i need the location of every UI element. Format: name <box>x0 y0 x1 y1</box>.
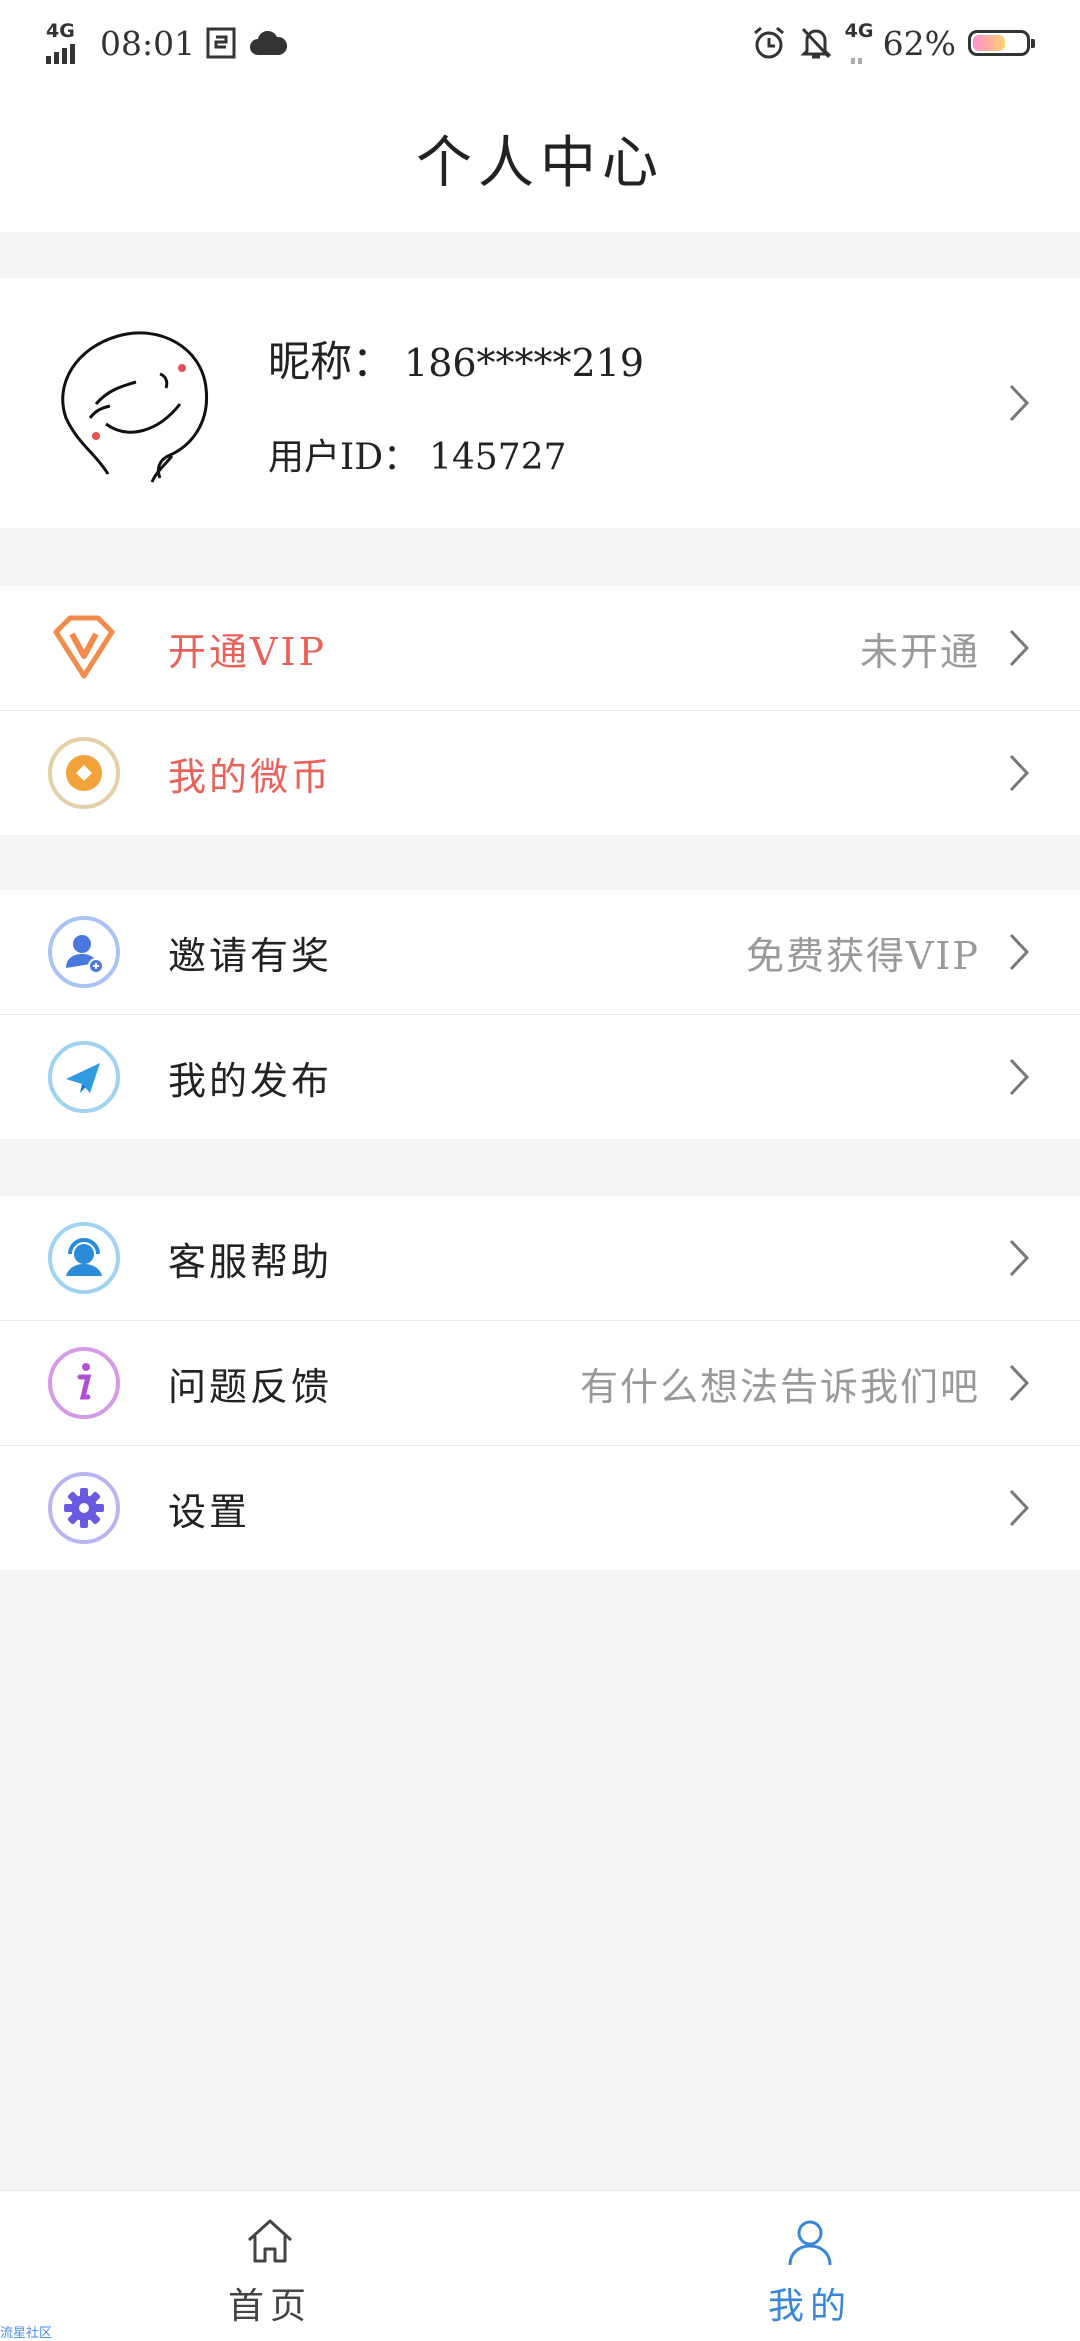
menu-item-label: 问题反馈 <box>168 1364 333 1409</box>
user-id: 用户ID： 145727 <box>268 428 567 480</box>
mute-bell-icon <box>800 27 832 59</box>
tab-home[interactable]: 首页 <box>0 2191 540 2341</box>
home-icon <box>247 2219 293 2263</box>
settings-gear-icon <box>48 1472 120 1544</box>
nickname-value: 186*****219 <box>404 341 645 385</box>
menu-item-feedback[interactable]: 问题反馈 有什么想法告诉我们吧 <box>0 1320 1080 1445</box>
user-id-label: 用户ID： <box>268 437 420 478</box>
nickname-label: 昵称： <box>268 337 395 386</box>
menu-item-coins[interactable]: 我的微币 <box>0 710 1080 835</box>
menu-item-value: 有什么想法告诉我们吧 <box>579 1364 980 1409</box>
menu-item-value: 免费获得VIP <box>745 933 980 978</box>
menu-group-social: 邀请有奖 免费获得VIP 我的发布 <box>0 890 1080 1139</box>
chevron-right-icon <box>1009 1239 1030 1277</box>
mobile-data-icon: 4G <box>845 20 873 64</box>
avatar[interactable] <box>56 324 216 484</box>
menu-item-label: 开通VIP <box>168 629 328 674</box>
signal-icon: 4G <box>46 20 90 64</box>
chevron-right-icon <box>1009 1489 1030 1527</box>
battery-icon <box>968 30 1035 56</box>
vip-diamond-icon <box>53 615 115 679</box>
page-header: 个人中心 <box>0 84 1080 232</box>
battery-percent: 62% <box>882 23 956 63</box>
chevron-right-icon <box>1009 629 1030 667</box>
network-type: 4G <box>46 20 75 42</box>
invite-user-icon <box>48 916 120 988</box>
menu-group-support: 客服帮助 问题反馈 有什么想法告诉我们吧 设置 <box>0 1196 1080 1570</box>
sim-icon <box>206 27 236 59</box>
menu-item-label: 邀请有奖 <box>168 933 333 978</box>
menu-item-label: 设置 <box>168 1489 251 1534</box>
cloud-icon <box>250 30 288 55</box>
chevron-right-icon <box>1009 1364 1030 1402</box>
tab-label: 首页 <box>227 2286 312 2327</box>
menu-item-my-posts[interactable]: 我的发布 <box>0 1014 1080 1139</box>
tab-label: 我的 <box>767 2286 852 2327</box>
coin-icon <box>48 737 120 809</box>
tab-mine[interactable]: 我的 <box>540 2191 1080 2341</box>
menu-item-settings[interactable]: 设置 <box>0 1445 1080 1570</box>
clock: 08:01 <box>100 23 196 63</box>
tab-bar: 首页 我的 <box>0 2190 1080 2341</box>
watermark: 流星社区 <box>0 2326 53 2341</box>
menu-item-customer-service[interactable]: 客服帮助 <box>0 1196 1080 1320</box>
menu-item-label: 我的发布 <box>168 1058 333 1103</box>
user-id-value: 145727 <box>429 437 567 478</box>
chevron-right-icon <box>1009 754 1030 792</box>
alarm-icon <box>753 26 784 59</box>
paper-plane-icon <box>48 1041 120 1113</box>
nickname: 昵称： 186*****219 <box>268 328 644 389</box>
person-icon <box>788 2220 832 2266</box>
profile-card[interactable]: 昵称： 186*****219 用户ID： 145727 <box>0 278 1080 528</box>
chevron-right-icon <box>1009 933 1030 971</box>
menu-item-label: 客服帮助 <box>168 1239 333 1284</box>
info-icon <box>48 1347 120 1419</box>
menu-item-label: 我的微币 <box>168 754 333 799</box>
menu-item-vip[interactable]: 开通VIP 未开通 <box>0 586 1080 710</box>
status-bar: 4G 08:01 4G 62% <box>0 0 1080 84</box>
menu-item-invite[interactable]: 邀请有奖 免费获得VIP <box>0 890 1080 1014</box>
page-title: 个人中心 <box>416 130 664 196</box>
chevron-right-icon <box>1009 384 1030 422</box>
menu-item-value: 未开通 <box>859 629 980 674</box>
chevron-right-icon <box>1009 1058 1030 1096</box>
menu-group-account: 开通VIP 未开通 我的微币 <box>0 586 1080 835</box>
customer-service-icon <box>48 1222 120 1294</box>
